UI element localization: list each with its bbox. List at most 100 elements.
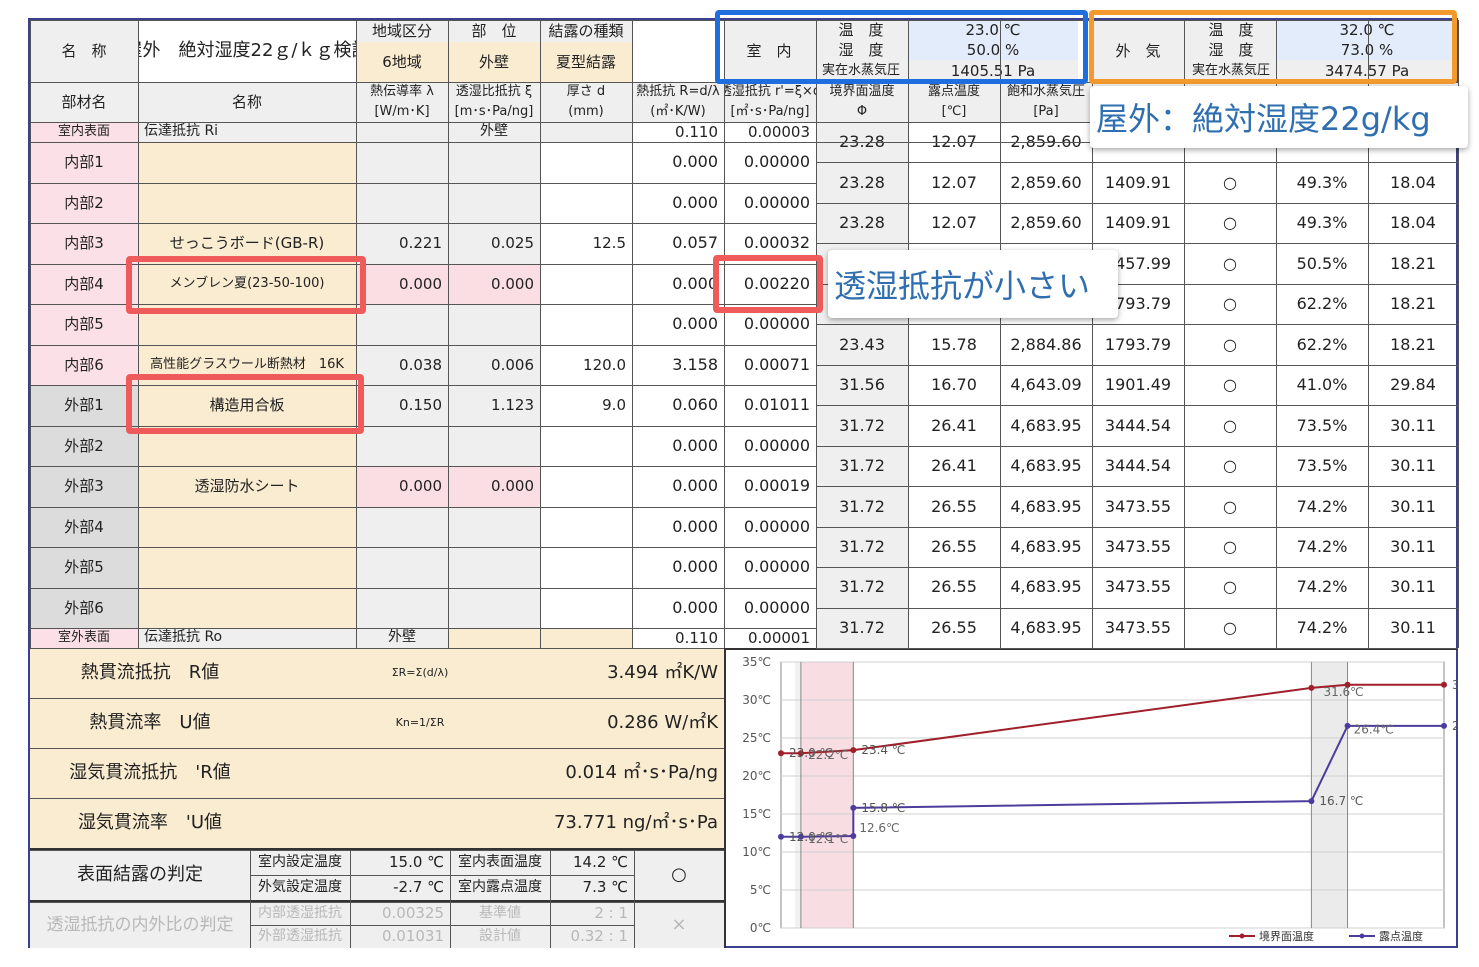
row-vapor-resistance: 0.00000 (743, 557, 810, 577)
ratio-result: × (634, 902, 724, 948)
row-xi[interactable] (448, 506, 540, 547)
row-thickness[interactable] (540, 182, 632, 223)
row-lambda[interactable]: 0.000 (356, 466, 448, 507)
legend-marker (1359, 933, 1365, 939)
row-lambda[interactable] (356, 587, 448, 628)
row-xi[interactable]: 0.006 (448, 344, 540, 385)
header-dew-point: 露点温度 (908, 82, 1000, 102)
row-lambda[interactable]: 0.150 (356, 385, 448, 426)
row-thermal-resistance: 0.000 (672, 192, 718, 212)
uw-value: 73.771 ng/㎡･s･Pa (490, 798, 724, 848)
grid-line (30, 344, 816, 346)
row-name[interactable]: 透湿防水シート (138, 466, 356, 507)
row-lambda[interactable]: 0.221 (356, 223, 448, 264)
row-thickness[interactable] (540, 142, 632, 183)
row-thickness[interactable] (540, 425, 632, 466)
row-relative-humidity: 62.2% (1296, 334, 1348, 354)
data-label: 26.6 ℃ (1452, 719, 1458, 733)
condition-header: 結露の種類 (540, 20, 632, 42)
row-absolute-humidity: 30.11 (1390, 617, 1436, 637)
r-formula: ΣR=Σ(d/λ) (270, 648, 570, 698)
row-lambda[interactable] (356, 304, 448, 345)
row-name[interactable] (138, 142, 356, 183)
row-thickness[interactable] (540, 587, 632, 628)
row-name[interactable]: 伝達抵抗 Ro (138, 628, 356, 648)
callout-outdoor-humidity: 屋外：絶対湿度22g/kg (1090, 86, 1468, 148)
row-name[interactable] (138, 587, 356, 628)
row-lambda[interactable] (356, 547, 448, 588)
row-xi[interactable] (448, 425, 540, 466)
grid-line (816, 567, 1458, 569)
header-lambda-unit: [W/m･K] (356, 102, 448, 122)
row-vapor-pressure: 3473.55 (1104, 537, 1172, 557)
grid-line (816, 324, 1458, 326)
header-part: 部材名 (30, 82, 138, 122)
grid-line (30, 223, 816, 224)
row-judgement: ○ (1223, 172, 1237, 192)
grid-line (250, 925, 634, 926)
row-xi[interactable]: 0.000 (448, 263, 540, 304)
grid-line (816, 607, 1458, 609)
row-name[interactable] (138, 506, 356, 547)
row-thickness[interactable]: 9.0 (540, 385, 632, 426)
header-xi-unit: [m･s･Pa/ng] (448, 102, 540, 122)
indoor-dew-temp: 7.3 ℃ (550, 875, 634, 900)
row-xi[interactable] (448, 304, 540, 345)
row-xi[interactable] (448, 182, 540, 223)
row-lambda[interactable]: 0.038 (356, 344, 448, 385)
row-thickness[interactable]: 12.5 (540, 223, 632, 264)
row-relative-humidity: 74.2% (1296, 537, 1348, 557)
row-thermal-resistance: 0.110 (675, 122, 718, 141)
row-part: 外部1 (30, 385, 138, 426)
grid-line (816, 486, 1458, 488)
indoor-set-temp: 15.0 ℃ (350, 850, 450, 875)
row-saturated-pressure: 4,683.95 (1010, 415, 1082, 435)
grid-line (30, 142, 816, 143)
row-saturated-pressure: 2,859.60 (1010, 172, 1082, 192)
membrane-zone (800, 662, 854, 928)
row-judgement: ○ (1223, 213, 1237, 233)
grid-line (30, 20, 31, 648)
row-xi[interactable] (448, 142, 540, 183)
row-lambda[interactable] (356, 425, 448, 466)
row-thickness[interactable] (540, 263, 632, 304)
row-xi[interactable] (448, 587, 540, 628)
row-absolute-humidity: 18.21 (1390, 253, 1436, 273)
row-thickness[interactable] (540, 547, 632, 588)
title-value: 屋外 絶対湿度22ｇ/ｋｇ検討 (138, 40, 356, 62)
row-name[interactable] (138, 547, 356, 588)
row-name[interactable] (138, 182, 356, 223)
row-vapor-resistance: 0.00019 (743, 476, 810, 496)
row-vapor-resistance: 0.00000 (743, 435, 810, 455)
row-relative-humidity: 50.5% (1296, 253, 1348, 273)
y-tick-label: 15℃ (742, 807, 771, 821)
row-dew-point: 26.55 (931, 496, 977, 516)
uw-value-label: 湿気貫流率 'U値 (30, 798, 270, 848)
row-name[interactable]: 伝達抵抗 Ri (138, 122, 356, 142)
legend-marker (1239, 933, 1245, 939)
row-thickness[interactable]: 120.0 (540, 344, 632, 385)
row-lambda[interactable] (356, 506, 448, 547)
grid-line (250, 850, 251, 948)
row-xi[interactable]: 0.000 (448, 466, 540, 507)
row-thickness[interactable] (540, 466, 632, 507)
row-part: 外部3 (30, 466, 138, 507)
row-thickness[interactable] (540, 304, 632, 345)
header-dew-point-unit: [℃] (908, 102, 1000, 122)
row-xi[interactable] (448, 547, 540, 588)
row-lambda[interactable]: 0.000 (356, 263, 448, 304)
row-judgement: ○ (1223, 415, 1237, 435)
grid-line (816, 445, 1458, 447)
row-lambda[interactable] (356, 182, 448, 223)
temp-dew-chart: 0℃5℃10℃15℃20℃25℃30℃35℃23.0 ℃23.4 ℃32.0 ℃… (742, 655, 1458, 943)
overlap-label: 31.6℃ (1323, 685, 1363, 699)
grid-line (816, 648, 1458, 649)
row-thickness[interactable] (540, 506, 632, 547)
grid-line (30, 698, 724, 699)
row-lambda[interactable] (356, 142, 448, 183)
row-relative-humidity: 49.3% (1296, 213, 1348, 233)
row-absolute-humidity: 30.11 (1390, 537, 1436, 557)
row-xi[interactable]: 1.123 (448, 385, 540, 426)
row-xi[interactable]: 0.025 (448, 223, 540, 264)
row-judgement: ○ (1223, 577, 1237, 597)
